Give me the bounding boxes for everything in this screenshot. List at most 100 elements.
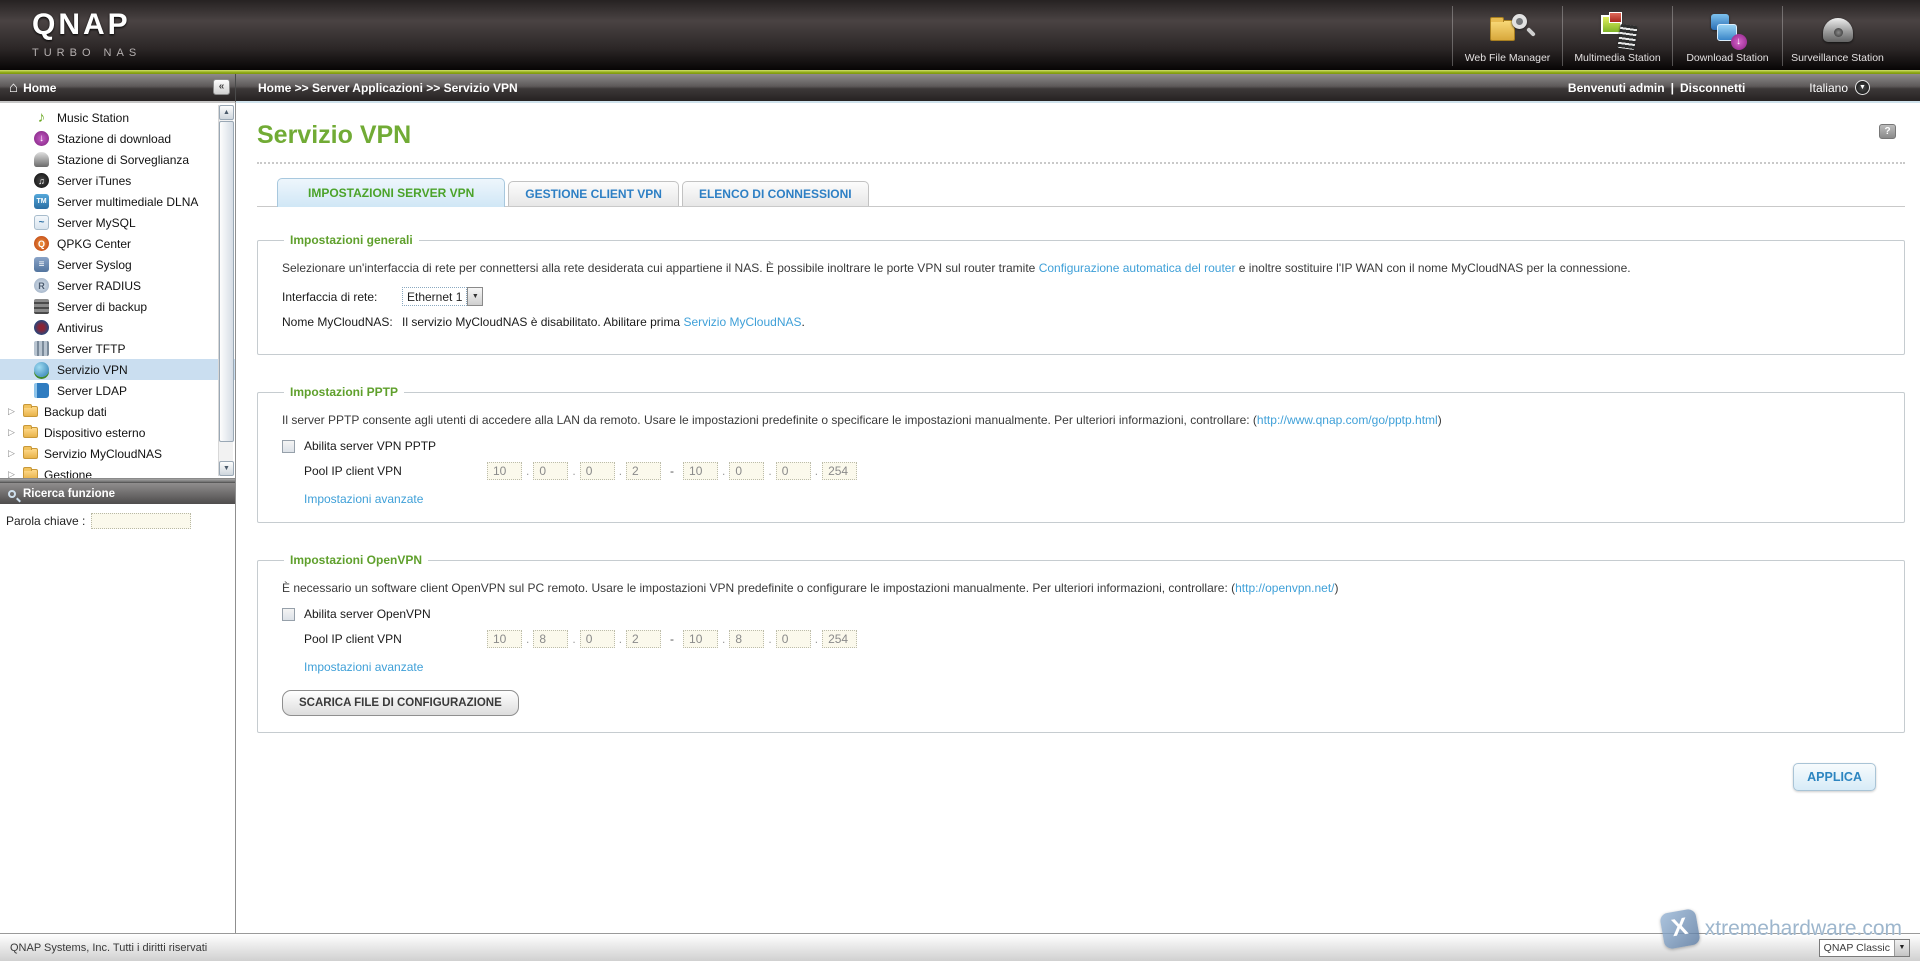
station-multimedia[interactable]: Multimedia Station <box>1562 6 1672 66</box>
station-label: Surveillance Station <box>1791 52 1884 64</box>
keyword-label: Parola chiave : <box>6 514 86 528</box>
openvpn-pool-start-octet-4[interactable] <box>626 630 662 648</box>
keyword-input[interactable] <box>91 513 192 529</box>
expand-arrow-icon[interactable]: ▷ <box>8 448 17 459</box>
sidebar-item-antivirus[interactable]: Antivirus <box>0 317 235 338</box>
scroll-up-icon[interactable]: ▲ <box>219 105 234 120</box>
pptp-pool-start-octet-1[interactable] <box>487 462 522 480</box>
function-search-title: Ricerca funzione <box>23 487 116 500</box>
ip-dot: . <box>526 632 530 646</box>
openvpn-pool-start-octet-1[interactable] <box>487 630 522 648</box>
pptp-enable-checkbox[interactable] <box>282 439 295 453</box>
sidebar-item-vpn-service[interactable]: Servizio VPN <box>0 359 235 380</box>
multimedia-station-icon <box>1595 12 1641 51</box>
pptp-advanced-settings-link[interactable]: Impostazioni avanzate <box>304 492 423 506</box>
apply-button[interactable]: APPLICA <box>1793 763 1876 791</box>
sidebar-item-download-station[interactable]: ↓ Stazione di download <box>0 128 235 149</box>
status-text: Il servizio MyCloudNAS è disabilitato. A… <box>402 315 684 329</box>
network-interface-select[interactable]: Ethernet 1 ▼ <box>402 287 484 306</box>
pptp-pool-start-octet-4[interactable] <box>626 462 662 480</box>
pptp-pool-start-octet-2[interactable] <box>533 462 569 480</box>
sidebar-collapse-button[interactable]: « <box>213 79 230 95</box>
mycloudnas-service-link[interactable]: Servizio MyCloudNAS <box>683 315 801 329</box>
sidebar-item-label: Antivirus <box>57 320 104 335</box>
welcome-area: Benvenuti admin | Disconnetti <box>1568 81 1745 95</box>
surveillance-station-icon <box>34 152 49 167</box>
sidebar-item-music-station[interactable]: ♪ Music Station <box>0 107 235 128</box>
chevron-down-icon[interactable]: ▼ <box>1894 939 1909 956</box>
sidebar-item-syslog-server[interactable]: ≡ Server Syslog <box>0 254 235 275</box>
sidebar-folder-backup-dati[interactable]: ▷ Backup dati <box>0 401 235 422</box>
pptp-enable-label: Abilita server VPN PPTP <box>304 439 437 453</box>
sidebar-item-mysql-server[interactable]: ~ Server MySQL <box>0 212 235 233</box>
openvpn-pool-end-octet-3[interactable] <box>775 630 811 648</box>
pptp-description: Il server PPTP consente agli utenti di a… <box>282 413 1884 427</box>
turbo-nas-label: TURBO NAS <box>32 47 142 59</box>
expand-arrow-icon[interactable]: ▷ <box>8 406 17 417</box>
sidebar-item-qpkg-center[interactable]: Q QPKG Center <box>0 233 235 254</box>
sidebar-header-label: Home <box>23 80 57 95</box>
openvpn-pool-end-octet-1[interactable] <box>683 630 719 648</box>
station-surveillance[interactable]: Surveillance Station <box>1782 6 1892 66</box>
separator: | <box>1670 80 1674 95</box>
sidebar-tree: ♪ Music Station ↓ Stazione di download Sta… <box>0 103 235 478</box>
scrollbar-thumb[interactable] <box>219 121 234 442</box>
sidebar-item-ldap-server[interactable]: Server LDAP <box>0 380 235 401</box>
ip-dot: . <box>572 464 576 478</box>
chevron-down-icon[interactable]: ▼ <box>467 287 484 306</box>
openvpn-pool-start-octet-3[interactable] <box>579 630 615 648</box>
syslog-server-icon: ≡ <box>34 257 49 272</box>
ip-dot: . <box>618 632 623 646</box>
openvpn-enable-checkbox[interactable] <box>282 607 295 621</box>
sidebar-item-surveillance-station[interactable]: Stazione di Sorveglianza <box>0 149 235 170</box>
openvpn-advanced-settings-link[interactable]: Impostazioni avanzate <box>304 660 423 674</box>
router-auto-config-link[interactable]: Configurazione automatica del router <box>1039 261 1236 275</box>
tab-elenco-di-connessioni[interactable]: ELENCO DI CONNESSIONI <box>681 181 869 206</box>
sidebar-folder-mycloudnas[interactable]: ▷ Servizio MyCloudNAS <box>0 443 235 464</box>
tab-gestione-client-vpn[interactable]: GESTIONE CLIENT VPN <box>508 181 679 206</box>
pptp-pool-start-octet-3[interactable] <box>579 462 615 480</box>
pptp-pool-end-octet-2[interactable] <box>729 462 765 480</box>
sidebar-item-label: Server RADIUS <box>57 278 142 293</box>
top-header: QNAP TURBO NAS Web File Manager Multimed… <box>0 0 1920 70</box>
welcome-text: Benvenuti admin <box>1567 80 1665 95</box>
network-interface-row: Interfaccia di rete: Ethernet 1 ▼ <box>282 287 1884 306</box>
sidebar-folder-dispositivo-esterno[interactable]: ▷ Dispositivo esterno <box>0 422 235 443</box>
language-dropdown-icon[interactable]: ▼ <box>1855 80 1870 95</box>
theme-select[interactable]: QNAP Classic ▼ <box>1818 938 1910 957</box>
openvpn-pool-end-octet-4[interactable] <box>822 630 858 648</box>
station-download[interactable]: ↓ Download Station <box>1672 6 1782 66</box>
tab-impostazioni-server-vpn[interactable]: IMPOSTAZIONI SERVER VPN <box>277 178 506 207</box>
sidebar-header: ⌂ Home « <box>0 74 236 103</box>
music-station-icon: ♪ <box>37 109 46 126</box>
openvpn-info-link[interactable]: http://openvpn.net/ <box>1235 581 1334 595</box>
openvpn-pool-start-octet-2[interactable] <box>533 630 569 648</box>
pptp-pool-end-octet-1[interactable] <box>683 462 719 480</box>
sidebar-scrollbar[interactable]: ▲ ▼ <box>218 105 234 476</box>
expand-arrow-icon[interactable]: ▷ <box>8 469 17 478</box>
ip-dot: . <box>768 632 772 646</box>
sidebar-item-dlna-server[interactable]: TM Server multimediale DLNA <box>0 191 235 212</box>
sidebar-item-itunes-server[interactable]: ♫ Server iTunes <box>0 170 235 191</box>
sidebar-item-backup-server[interactable]: Server di backup <box>0 296 235 317</box>
openvpn-pool-end-octet-2[interactable] <box>729 630 765 648</box>
openvpn-advanced-row: Impostazioni avanzate <box>304 660 1884 674</box>
sidebar-item-label: Servizio VPN <box>57 362 128 377</box>
help-icon[interactable]: ? <box>1879 124 1896 139</box>
sidebar-item-tftp-server[interactable]: Server TFTP <box>0 338 235 359</box>
openvpn-enable-label: Abilita server OpenVPN <box>304 607 431 621</box>
logout-link[interactable]: Disconnetti <box>1680 81 1745 95</box>
language-selector[interactable]: Italiano ▼ <box>1809 80 1870 95</box>
pptp-info-link[interactable]: http://www.qnap.com/go/pptp.html <box>1257 413 1438 427</box>
ip-dot: . <box>526 464 530 478</box>
scroll-down-icon[interactable]: ▼ <box>219 461 234 476</box>
sidebar-folder-gestione[interactable]: ▷ Gestione <box>0 464 235 478</box>
pptp-pool-end-octet-4[interactable] <box>822 462 858 480</box>
pptp-pool-end-octet-3[interactable] <box>775 462 811 480</box>
expand-arrow-icon[interactable]: ▷ <box>8 427 17 438</box>
sidebar-item-radius-server[interactable]: R Server RADIUS <box>0 275 235 296</box>
station-web-file-manager[interactable]: Web File Manager <box>1452 6 1562 66</box>
folder-icon <box>23 404 38 417</box>
download-config-button[interactable]: SCARICA FILE DI CONFIGURAZIONE <box>282 690 519 716</box>
sidebar-item-label: Server iTunes <box>57 173 132 188</box>
